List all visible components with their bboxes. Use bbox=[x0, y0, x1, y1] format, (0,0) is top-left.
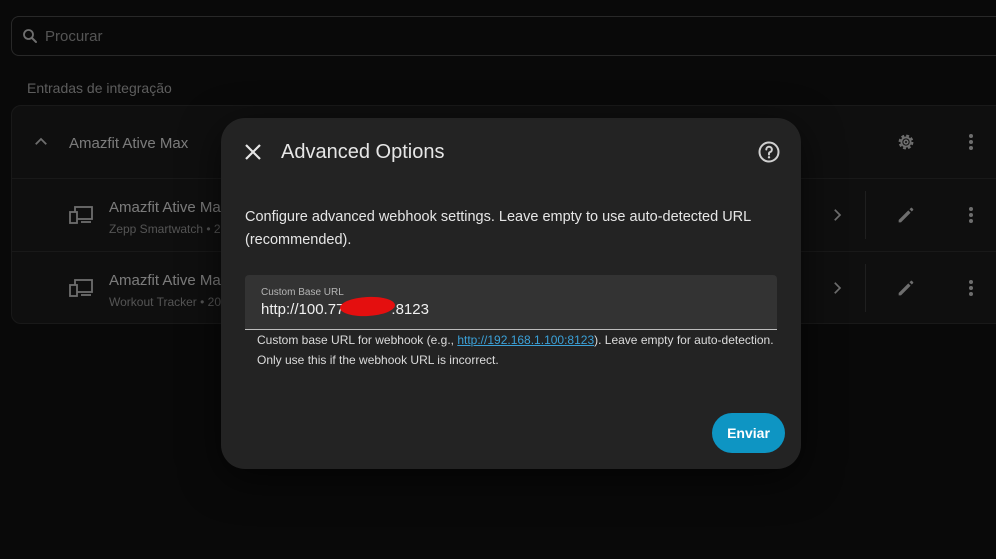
help-icon[interactable] bbox=[757, 140, 781, 164]
example-url-link[interactable]: http://192.168.1.100:8123 bbox=[457, 333, 594, 347]
dialog-description: Configure advanced webhook settings. Lea… bbox=[245, 209, 751, 248]
dialog-title: Advanced Options bbox=[281, 141, 445, 163]
close-icon[interactable] bbox=[241, 140, 265, 164]
field-helper-text: Custom base URL for webhook (e.g., http:… bbox=[257, 330, 782, 370]
helper-text-start: Custom base URL for webhook (e.g., bbox=[257, 333, 458, 347]
field-label: Custom Base URL bbox=[261, 287, 344, 298]
advanced-options-dialog: Advanced Options Configure advanced webh… bbox=[221, 118, 801, 469]
custom-base-url-field[interactable]: Custom Base URL http://100.77 :8123 bbox=[245, 275, 777, 330]
submit-button[interactable]: Enviar bbox=[712, 413, 785, 453]
field-value-prefix: http://100.77 bbox=[261, 301, 345, 318]
field-value-suffix: :8123 bbox=[391, 301, 429, 318]
